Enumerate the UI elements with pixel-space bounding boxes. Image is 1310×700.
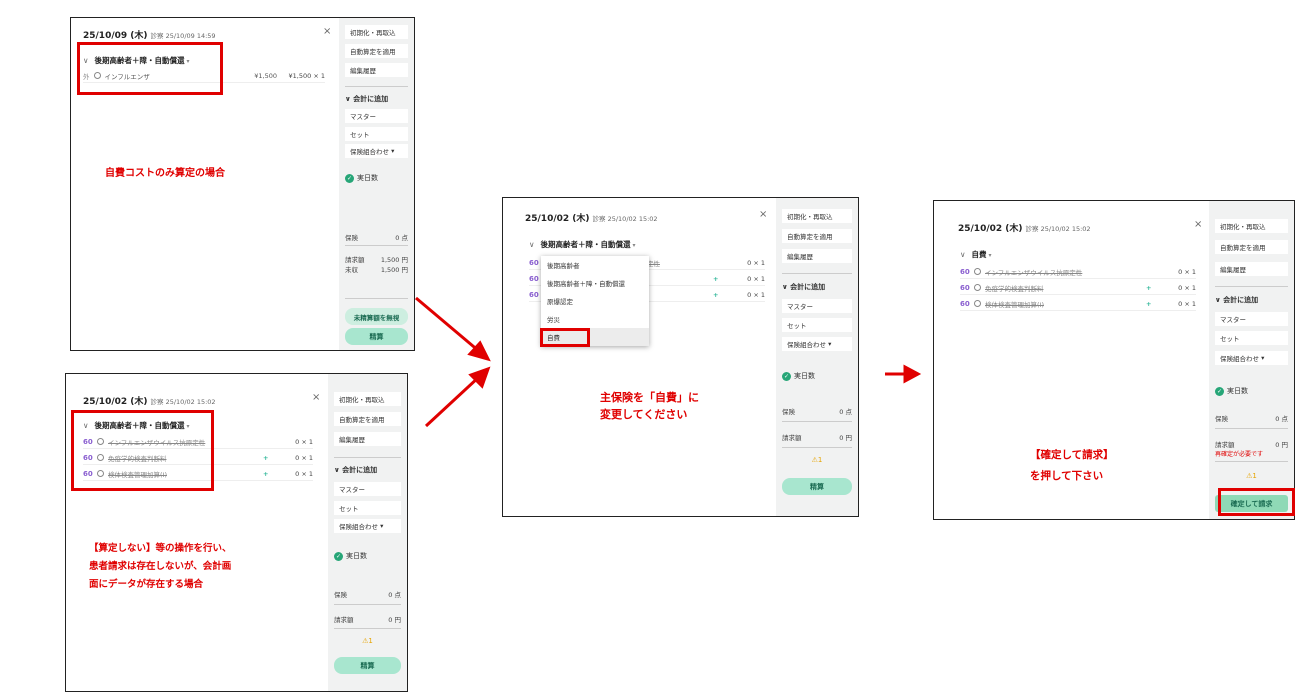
add-icon[interactable]: + <box>1146 300 1151 308</box>
combo-select[interactable]: 保険組合わせ ▾ <box>334 519 401 533</box>
history-button[interactable]: 編集履歴 <box>334 432 401 446</box>
auto-calc-button[interactable]: 自動算定を適用 <box>1215 240 1288 254</box>
combo-select[interactable]: 保険組合わせ ▾ <box>1215 351 1288 365</box>
reset-button[interactable]: 初期化・再取込 <box>334 392 401 406</box>
dropdown-option[interactable]: 後期高齢者 <box>541 256 649 274</box>
highlight-box <box>71 410 214 491</box>
auto-calc-button[interactable]: 自動算定を適用 <box>782 229 852 243</box>
ignore-unpaid-button[interactable]: 未精算額を無視 <box>345 308 408 325</box>
dropdown-option[interactable]: 労災 <box>541 310 649 328</box>
check-icon: ✓ <box>334 551 343 561</box>
dropdown-option[interactable]: 原爆認定 <box>541 292 649 310</box>
actual-days: ✓ 実日数 <box>1215 386 1248 396</box>
table-row: 60 インフルエンザウイルス抗原定性 0 × 1 <box>960 265 1196 279</box>
history-button[interactable]: 編集履歴 <box>345 63 408 77</box>
billed-amount: 請求額 1,500 円 <box>345 256 408 264</box>
insurance-selector[interactable]: ∨ 後期高齢者＋障・自動償還 ▾ <box>529 239 636 250</box>
check-icon: ✓ <box>1215 386 1224 396</box>
caption-no-calc: 【算定しない】等の操作を行い、 患者請求は存在しないが、会計画 面にデータが存在… <box>89 543 232 590</box>
item-radio[interactable] <box>974 284 981 291</box>
highlight-box <box>1218 488 1295 516</box>
master-button[interactable]: マスター <box>334 482 401 496</box>
insurance-selector[interactable]: ∨ 自費 ▾ <box>960 249 992 260</box>
side-panel: 初期化・再取込 自動算定を適用 編集履歴 ∨ 会計に追加 マスター セット 保険… <box>1209 201 1294 519</box>
close-icon[interactable]: × <box>1194 219 1202 230</box>
add-section-toggle[interactable]: ∨ 会計に追加 <box>345 94 388 104</box>
highlight-box <box>540 328 590 347</box>
add-icon[interactable]: + <box>1146 284 1151 292</box>
settle-button[interactable]: 精算 <box>334 657 401 674</box>
auto-calc-button[interactable]: 自動算定を適用 <box>334 412 401 426</box>
insurance-points: 保険 0 点 <box>1215 415 1288 423</box>
add-section-toggle[interactable]: ∨ 会計に追加 <box>782 282 825 292</box>
close-icon[interactable]: × <box>312 392 320 403</box>
insurance-points: 保険 0 点 <box>782 408 852 416</box>
reset-button[interactable]: 初期化・再取込 <box>782 209 852 223</box>
actual-days: ✓ 実日数 <box>782 371 815 381</box>
side-panel: 初期化・再取込 自動算定を適用 編集履歴 ∨ 会計に追加 マスター セット 保険… <box>776 198 858 516</box>
claim-main: 25/10/02 (木) 診察 25/10/02 15:02 × ∨ 後期高齢者＋障… <box>503 198 778 516</box>
bubble-change-insurance: 主保険を「自費」に 変更してください <box>600 391 699 421</box>
close-icon[interactable]: × <box>323 26 331 37</box>
combo-select[interactable]: 保険組合わせ ▾ <box>782 337 852 351</box>
check-icon: ✓ <box>345 173 354 183</box>
set-button[interactable]: セット <box>1215 331 1288 345</box>
claim-header: 25/10/09 (木) 診察 25/10/09 14:59 <box>83 31 216 41</box>
reset-button[interactable]: 初期化・再取込 <box>1215 219 1288 233</box>
claim-header: 25/10/02 (木) 診察 25/10/02 15:02 <box>83 397 216 407</box>
bubble-confirm: 【確定して請求】 を押して下さい <box>1030 449 1114 482</box>
history-button[interactable]: 編集履歴 <box>782 249 852 263</box>
add-icon[interactable]: + <box>263 470 268 478</box>
add-icon[interactable]: + <box>263 454 268 462</box>
billed-amount: 請求額 0 円 <box>1215 441 1288 449</box>
billed-amount: 請求額 0 円 <box>334 616 401 624</box>
history-button[interactable]: 編集履歴 <box>1215 262 1288 276</box>
panel-confirm: 25/10/02 (木) 診察 25/10/02 15:02 × ∨ 自費 ▾ 60 イ… <box>933 200 1295 520</box>
side-panel: 初期化・再取込 自動算定を適用 編集履歴 ∨ 会計に追加 マスター セット 保険… <box>328 374 407 691</box>
add-section-toggle[interactable]: ∨ 会計に追加 <box>334 465 377 475</box>
add-icon[interactable]: + <box>713 291 718 299</box>
add-section-toggle[interactable]: ∨ 会計に追加 <box>1215 295 1258 305</box>
claim-header: 25/10/02 (木) 診察 25/10/02 15:02 <box>525 214 658 224</box>
warning-icon: ⚠1 <box>811 456 823 464</box>
caption-self-pay: 自費コストのみ算定の場合 <box>105 168 225 179</box>
table-row: 60 検体検査管理加算(I) +0 × 1 <box>960 297 1196 311</box>
combo-select[interactable]: 保険組合わせ ▾ <box>345 144 408 158</box>
billed-amount: 請求額 0 円 <box>782 434 852 442</box>
warning-icon: ⚠1 <box>362 637 373 645</box>
close-icon[interactable]: × <box>759 209 767 220</box>
unpaid-amount: 未収 1,500 円 <box>345 266 408 274</box>
settle-button[interactable]: 精算 <box>782 478 852 495</box>
check-icon: ✓ <box>782 371 791 381</box>
dropdown-option[interactable]: 後期高齢者＋障・自動償還 <box>541 274 649 292</box>
table-row: 60 免疫学的検査判断料 +0 × 1 <box>960 281 1196 295</box>
highlight-box <box>77 42 223 95</box>
set-button[interactable]: セット <box>782 318 852 332</box>
add-icon[interactable]: + <box>713 275 718 283</box>
insurance-points: 保険 0 点 <box>345 234 408 242</box>
auto-calc-button[interactable]: 自動算定を適用 <box>345 44 408 58</box>
reset-button[interactable]: 初期化・再取込 <box>345 25 408 39</box>
settle-button[interactable]: 精算 <box>345 328 408 345</box>
side-panel: 初期化・再取込 自動算定を適用 編集履歴 ∨ 会計に追加 マスター セット 保険… <box>339 18 414 350</box>
item-radio[interactable] <box>974 268 981 275</box>
reconfirm-notice: 再確定が必要です <box>1215 451 1264 458</box>
master-button[interactable]: マスター <box>782 299 852 313</box>
set-button[interactable]: セット <box>334 501 401 515</box>
master-button[interactable]: マスター <box>345 109 408 123</box>
warning-icon: ⚠1 <box>1246 472 1257 480</box>
claim-header: 25/10/02 (木) 診察 25/10/02 15:02 <box>958 224 1091 234</box>
item-radio[interactable] <box>974 300 981 307</box>
master-button[interactable]: マスター <box>1215 312 1288 326</box>
insurance-points: 保険 0 点 <box>334 591 401 599</box>
actual-days: ✓ 実日数 <box>345 173 378 183</box>
set-button[interactable]: セット <box>345 127 408 141</box>
actual-days: ✓ 実日数 <box>334 551 367 561</box>
panel-change-insurance: 25/10/02 (木) 診察 25/10/02 15:02 × ∨ 後期高齢者＋障… <box>502 197 859 517</box>
